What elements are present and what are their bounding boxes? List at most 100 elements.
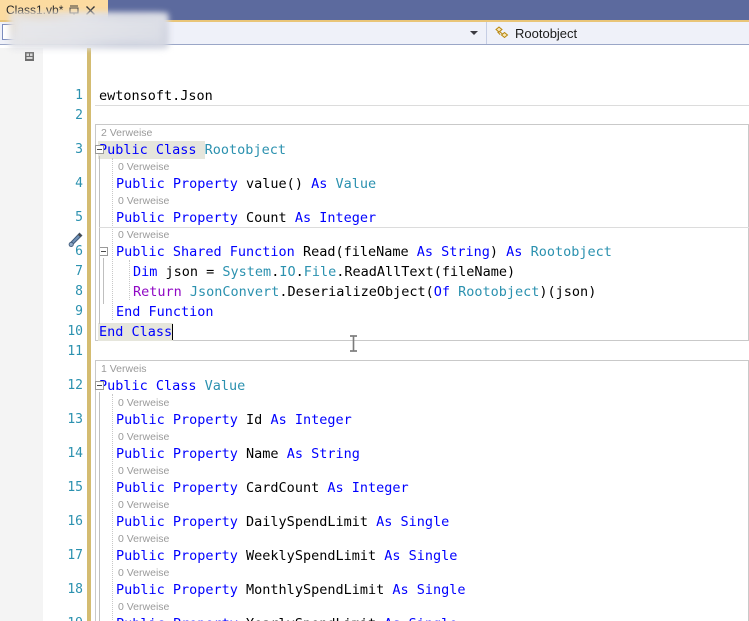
code-token: = <box>206 264 223 280</box>
codelens-reference-count[interactable]: 0 Verweise <box>118 430 169 444</box>
indent-guide <box>112 394 113 621</box>
code-line[interactable]: Public Property YearlySpendLimit As Sing… <box>116 614 457 621</box>
line-number: 10 <box>67 324 83 339</box>
line-number: 12 <box>67 378 83 393</box>
line-number: 19 <box>43 614 83 621</box>
visual-studio-editor-window: Class1.vb* Rootobject 1 ewtonsoft.Json 2… <box>0 0 749 621</box>
code-line[interactable]: ewtonsoft.Json <box>99 86 213 106</box>
codelens-reference-count[interactable]: 0 Verweise <box>118 464 169 478</box>
codelens-reference-count[interactable]: 0 Verweise <box>118 194 169 208</box>
code-token: Public Property <box>116 582 247 598</box>
code-token: Public Property <box>116 480 247 496</box>
code-token: Id <box>246 412 271 428</box>
code-line[interactable]: Public Property WeeklySpendLimit As Sing… <box>116 546 457 566</box>
code-token: Rootobject <box>458 284 540 300</box>
collapse-outline-toggle[interactable] <box>95 145 104 154</box>
line-number: 14 <box>67 446 83 461</box>
code-token: Public Shared Function <box>116 244 303 260</box>
vb-class-icon <box>493 25 510 41</box>
code-line[interactable]: Public Property Id As Integer <box>116 410 352 430</box>
i-beam-cursor <box>349 335 358 352</box>
code-token: Rootobject <box>530 244 612 260</box>
indent-guide <box>112 158 113 320</box>
code-line[interactable]: Public Property MonthlySpendLimit As Sin… <box>116 580 466 600</box>
codelens-separator <box>95 105 749 106</box>
code-token: File <box>303 264 337 280</box>
collapse-outline-toggle[interactable] <box>95 381 104 390</box>
indent-guide <box>129 260 130 300</box>
redacted-overlay-core <box>13 16 165 45</box>
codelens-reference-count[interactable]: 0 Verweise <box>118 566 169 580</box>
codelens-reference-count[interactable]: 0 Verweise <box>118 228 169 242</box>
codelens-reference-count[interactable]: 0 Verweise <box>118 498 169 512</box>
code-token: As <box>311 176 336 192</box>
codelens-reference-count[interactable]: 0 Verweise <box>118 396 169 410</box>
code-line[interactable]: End Function <box>116 302 214 322</box>
code-token: As <box>392 582 417 598</box>
code-line[interactable]: Public Property DailySpendLimit As Singl… <box>116 512 449 532</box>
code-token: As <box>294 210 320 226</box>
line-number: 13 <box>67 412 83 427</box>
code-token: json <box>165 264 207 280</box>
outline-guide-line <box>103 258 104 304</box>
code-token: Single <box>416 582 466 598</box>
code-token: Public Property <box>116 548 247 564</box>
line-number: 1 <box>75 88 83 103</box>
codelens-reference-count[interactable]: 1 Verweis <box>101 362 147 376</box>
member-dropdown[interactable]: Rootobject <box>487 22 749 44</box>
code-token: MonthlySpendLimit <box>246 582 393 598</box>
code-token: Dim <box>133 264 166 280</box>
code-token: Integer <box>351 480 409 496</box>
codelens-reference-count[interactable]: 0 Verweise <box>118 600 169 614</box>
code-token: Public Class <box>99 142 205 158</box>
code-editor[interactable]: 1 ewtonsoft.Json 2 2 Verweise 3 Public Class … <box>0 48 749 621</box>
collapse-outline-toggle[interactable] <box>99 247 108 256</box>
codelens-reference-count[interactable]: 0 Verweise <box>118 160 169 174</box>
line-number: 7 <box>75 264 83 279</box>
pencil-icon <box>66 231 84 249</box>
code-line[interactable]: Public Class Rootobject <box>99 140 286 160</box>
code-token: . <box>295 264 304 280</box>
code-line[interactable]: Dim json = System.IO.File.ReadAllText(fi… <box>133 262 515 282</box>
codelens-reference-count[interactable]: 0 Verweise <box>118 532 169 546</box>
line-number: 4 <box>75 176 83 191</box>
code-token: DailySpendLimit <box>246 514 377 530</box>
code-token: JsonConvert <box>189 284 280 300</box>
line-number: 8 <box>75 284 83 299</box>
code-token: Return <box>133 284 190 300</box>
code-line[interactable]: Public Shared Function Read(fileName As … <box>116 242 612 262</box>
code-content[interactable]: 1 ewtonsoft.Json 2 2 Verweise 3 Public Class … <box>0 48 749 621</box>
code-token: Public Property <box>116 210 247 226</box>
code-token: Public Property <box>116 446 247 462</box>
code-line[interactable]: Return JsonConvert.DeserializeObject(Of … <box>133 282 596 302</box>
chevron-down-icon[interactable] <box>470 31 478 35</box>
code-token: As <box>384 548 409 564</box>
code-token: Single <box>408 548 458 564</box>
code-token: As <box>416 244 442 260</box>
code-token: value() <box>246 176 312 192</box>
code-token: Value <box>204 378 246 394</box>
code-token: Integer <box>294 412 352 428</box>
codelens-reference-count[interactable]: 2 Verweise <box>101 126 152 140</box>
line-number: 17 <box>67 548 83 563</box>
code-line[interactable]: Public Class Value <box>99 376 245 396</box>
code-token: Of <box>433 284 459 300</box>
code-line[interactable]: End Class <box>99 322 172 342</box>
code-token: As <box>327 480 352 496</box>
code-line[interactable]: Public Property value() As Value <box>116 174 376 194</box>
code-line[interactable]: Public Property CardCount As Integer <box>116 478 409 498</box>
line-number: 15 <box>67 480 83 495</box>
text-caret <box>172 324 174 340</box>
code-token: Count <box>246 210 295 226</box>
code-token: Public Class <box>99 378 205 394</box>
outline-guide-line <box>99 156 100 324</box>
code-line[interactable]: Public Property Name As String <box>116 444 360 464</box>
code-token: .DeserializeObject( <box>279 284 434 300</box>
code-token: .ReadAllText(fileName) <box>336 264 516 280</box>
line-number: 18 <box>67 582 83 597</box>
code-line[interactable]: Public Property Count As Integer <box>116 208 376 228</box>
code-token: As <box>506 244 531 260</box>
code-token: End Class <box>99 324 173 340</box>
code-token: As <box>376 514 401 530</box>
code-token: Name <box>246 446 287 462</box>
